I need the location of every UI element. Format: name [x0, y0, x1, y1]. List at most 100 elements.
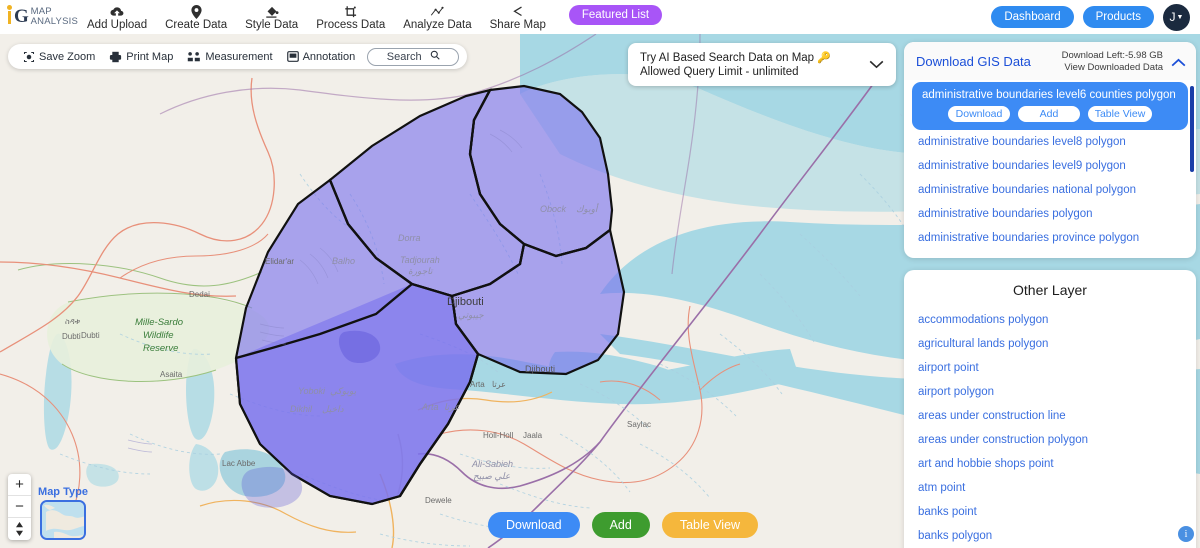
layer-item[interactable]: administrative boundaries level8 polygon [904, 130, 1196, 154]
annotation-label: Annotation [302, 50, 356, 63]
layer-item[interactable]: administrative boundaries province polyg… [904, 226, 1196, 250]
map-label: عرتا [492, 380, 506, 389]
zoom-out-button[interactable]: − [8, 496, 31, 518]
key-icon: 🔑 [817, 51, 831, 64]
layer-item[interactable]: administrative boundaries level9 polygon [904, 154, 1196, 178]
map-label: ስዳቱ [65, 317, 81, 326]
nav-label-analyze-data: Analyze Data [403, 19, 472, 31]
nav-item-style-data[interactable]: Style Data [236, 0, 307, 34]
other-layer-item[interactable]: airport point [904, 356, 1196, 380]
logo-icon: G [6, 4, 31, 30]
chevron-down-icon[interactable] [869, 57, 884, 72]
map-label: Tadjourah [400, 255, 440, 265]
ai-search-prompt: Try AI Based Search Data on Map [640, 51, 815, 64]
view-downloaded-data-link[interactable]: View Downloaded Data [1062, 62, 1163, 74]
info-icon[interactable]: i [1178, 526, 1194, 542]
map-label: داخيل [322, 404, 345, 414]
map-toolbar: Save Zoom Print Map Measurement Annotati… [8, 44, 468, 69]
gis-data-panel: Download GIS Data Download Left:-5.98 GB… [904, 42, 1196, 548]
panel-header-right: Download Left:-5.98 GB View Downloaded D… [1062, 50, 1186, 74]
nav-item-share-map[interactable]: Share Map [481, 0, 555, 34]
layer-add-button[interactable]: Add [1018, 106, 1080, 122]
other-layer-item[interactable]: airport polygon [904, 380, 1196, 404]
avatar-initial: J [1169, 10, 1176, 24]
map-label: Jaala [523, 431, 543, 440]
layer-item[interactable]: administrative boundaries national polyg… [904, 178, 1196, 202]
logo-wordmark: MAP ANALYSIS [30, 6, 78, 28]
layer-download-button[interactable]: Download [948, 106, 1010, 122]
nav-item-add-upload[interactable]: Add Upload [78, 0, 156, 34]
map-label: Dikhil [290, 404, 313, 414]
ai-search-line-1: Try AI Based Search Data on Map 🔑 [640, 51, 863, 65]
top-header: G MAP ANALYSIS Add Upload Create Data St… [0, 0, 1200, 34]
save-zoom-icon [23, 51, 35, 63]
map-label: جيبوتي [458, 310, 484, 321]
nav-item-process-data[interactable]: Process Data [307, 0, 394, 34]
measurement-button[interactable]: Measurement [180, 51, 279, 63]
panel-title: Download GIS Data [916, 54, 1031, 69]
other-layer-item[interactable]: agricultural lands polygon [904, 332, 1196, 356]
map-label: Balho [332, 256, 355, 266]
bottom-action-bar: Download Add Table View [488, 512, 759, 538]
other-layer-item[interactable]: atm point [904, 476, 1196, 500]
app-root: Obock أوبوك Dorra Balho Tadjourah تاجورة Elida… [0, 0, 1200, 548]
download-gis-data-card: Download GIS Data Download Left:-5.98 GB… [904, 42, 1196, 258]
download-button[interactable]: Download [488, 512, 580, 538]
map-label: Dewele [425, 496, 452, 505]
map-label: Reserve [143, 343, 178, 354]
other-layer-item[interactable]: accommodations polygon [904, 308, 1196, 332]
nav-item-analyze-data[interactable]: Analyze Data [394, 0, 480, 34]
nav-label-add-upload: Add Upload [87, 19, 148, 31]
map-label: Obock [540, 204, 567, 214]
products-button[interactable]: Products [1082, 6, 1154, 28]
save-zoom-button[interactable]: Save Zoom [16, 51, 102, 63]
map-type-label: Map Type [38, 486, 88, 498]
table-view-button[interactable]: Table View [661, 512, 759, 538]
other-layer-item[interactable]: banks point [904, 500, 1196, 524]
layer-table-view-button[interactable]: Table View [1088, 106, 1152, 122]
chevron-up-icon[interactable] [1171, 55, 1186, 70]
layer-item-selected[interactable]: administrative boundaries level6 countie… [912, 82, 1188, 130]
dashboard-button[interactable]: Dashboard [991, 6, 1074, 28]
map-label: Djibouti [447, 296, 484, 308]
ai-search-bar[interactable]: Try AI Based Search Data on Map 🔑 Allowe… [628, 43, 896, 86]
print-map-label: Print Map [126, 50, 174, 63]
map-label: Wildlife [143, 330, 174, 341]
panel-scrollbar[interactable] [1190, 86, 1194, 172]
map-type-thumbnail[interactable] [40, 500, 86, 540]
zoom-controls: + − [8, 474, 31, 540]
printer-icon [109, 51, 122, 63]
zoom-in-button[interactable]: + [8, 474, 31, 496]
paint-bucket-icon [265, 4, 279, 19]
download-quota: Download Left:-5.98 GB View Downloaded D… [1062, 50, 1163, 74]
nav-label-style-data: Style Data [245, 19, 299, 31]
app-logo[interactable]: G MAP ANALYSIS [0, 4, 78, 30]
search-input[interactable]: Search [367, 47, 460, 66]
other-layer-item[interactable]: areas under construction line [904, 404, 1196, 428]
other-layer-item[interactable]: areas under construction polygon [904, 428, 1196, 452]
featured-list-button[interactable]: Featured List [568, 5, 663, 25]
other-layer-list: accommodations polygon agricultural land… [904, 308, 1196, 548]
layer-item[interactable]: administrative boundaries polygon [904, 202, 1196, 226]
map-label: Mille-Sardo [135, 317, 183, 328]
logo-line-2: ANALYSIS [30, 16, 78, 27]
print-map-button[interactable]: Print Map [102, 51, 180, 63]
nav-label-create-data: Create Data [165, 19, 228, 31]
map-label: يوبوكي [330, 386, 357, 397]
avatar[interactable]: J ▼ [1163, 3, 1190, 31]
map-pin-icon [191, 4, 202, 19]
other-layer-item[interactable]: art and hobbie shops point [904, 452, 1196, 476]
add-button[interactable]: Add [591, 512, 650, 538]
chevron-down-icon: ▼ [1176, 13, 1184, 21]
map-label: Ali-Sabieh [471, 459, 513, 469]
map-label: عرتا [444, 402, 460, 413]
selected-layer-name: administrative boundaries level6 countie… [922, 89, 1176, 101]
share-icon [511, 4, 525, 19]
other-layer-item[interactable]: banks polygon [904, 524, 1196, 548]
search-label: Search [386, 50, 422, 63]
compass-button[interactable] [8, 518, 31, 540]
measurement-icon [187, 51, 201, 63]
annotation-button[interactable]: Annotation [280, 51, 363, 63]
gis-layer-list[interactable]: administrative boundaries level6 countie… [904, 80, 1196, 258]
nav-item-create-data[interactable]: Create Data [156, 0, 236, 34]
